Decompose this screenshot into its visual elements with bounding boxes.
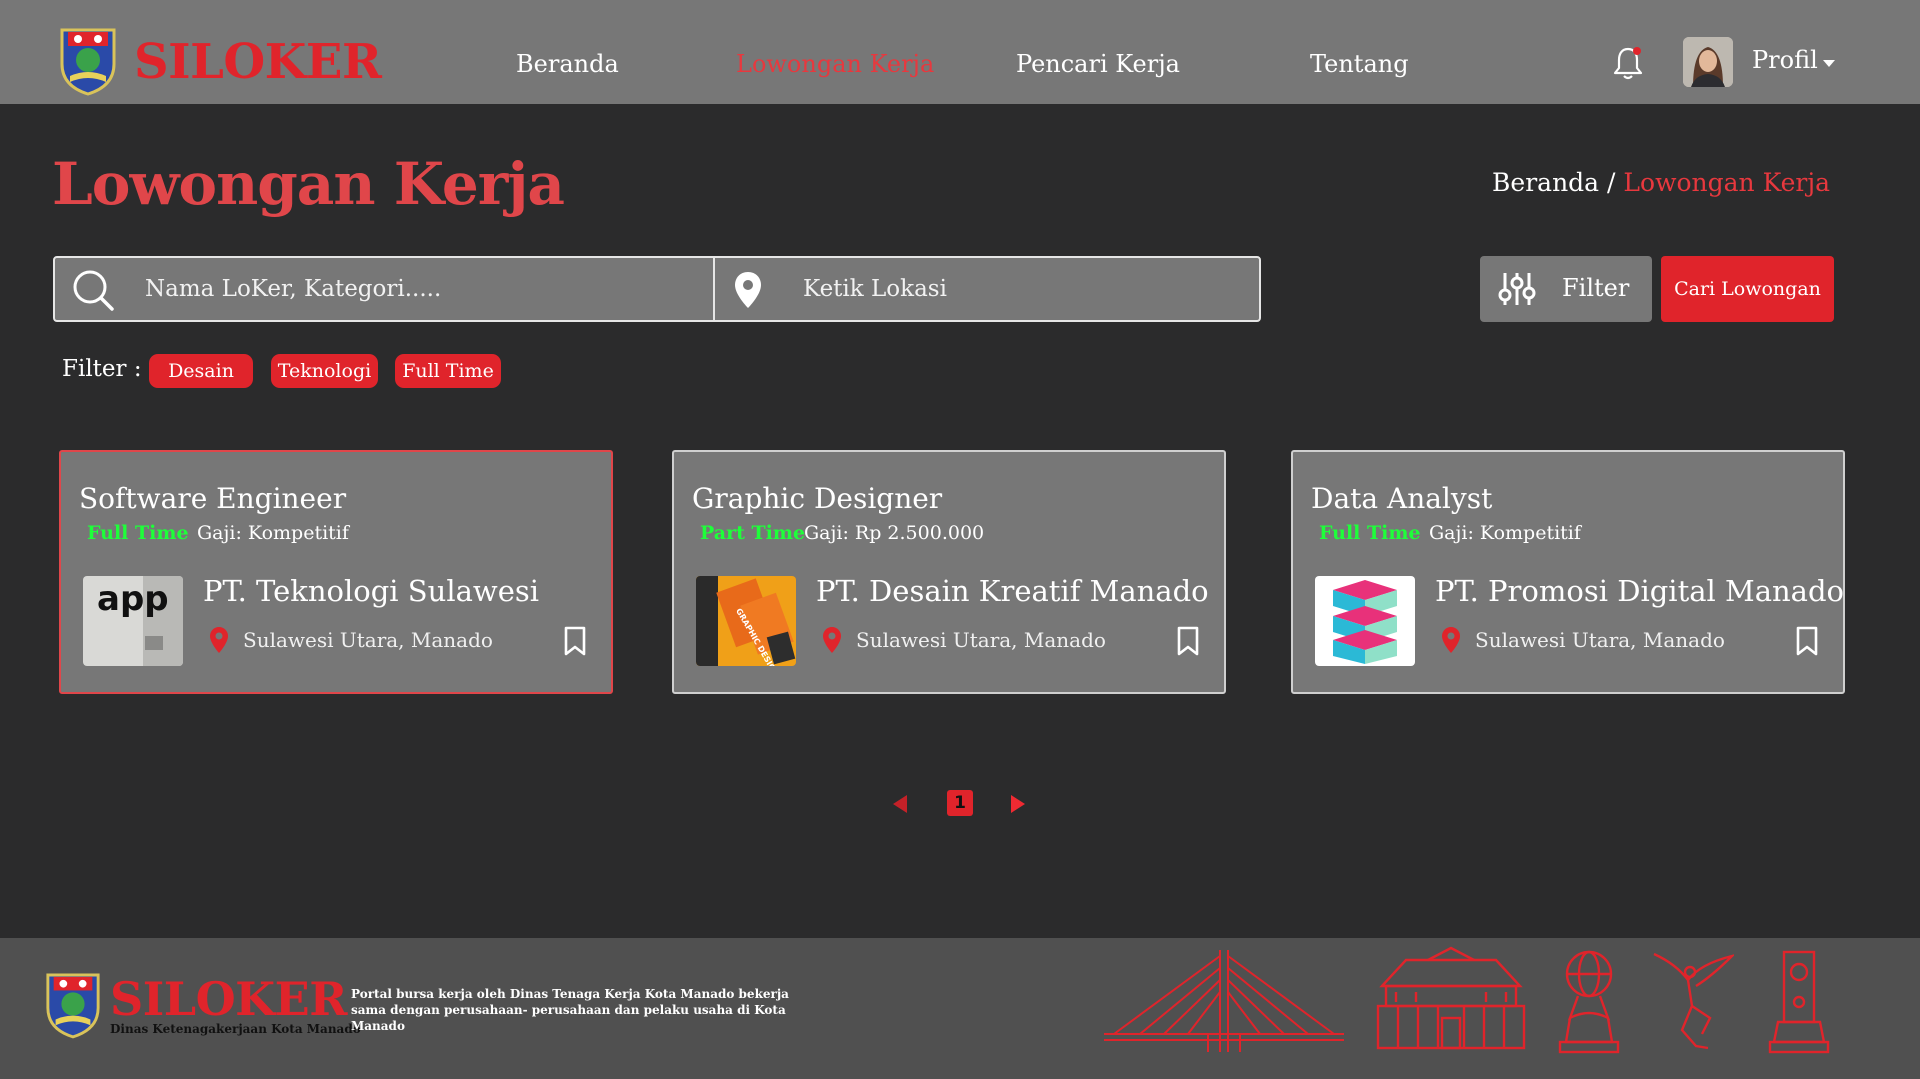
location-pin-icon [1442, 627, 1460, 653]
brand-name[interactable]: SILOKER [134, 34, 382, 90]
profile-menu-label[interactable]: Profil [1752, 46, 1818, 74]
nav-lowongan-kerja[interactable]: Lowongan Kerja [736, 50, 934, 78]
top-navbar: SILOKER Beranda Lowongan Kerja Pencari K… [0, 0, 1920, 104]
next-page-icon[interactable] [1011, 795, 1025, 813]
breadcrumb-current: Lowongan Kerja [1623, 168, 1830, 197]
job-type-badge: Full Time [1319, 522, 1421, 544]
job-type-badge: Part Time [700, 522, 806, 544]
search-divider [713, 258, 715, 320]
company-logo [1315, 576, 1415, 666]
job-card[interactable]: Graphic Designer Part Time Gaji: Rp 2.50… [672, 450, 1226, 694]
filter-button-label: Filter [1562, 274, 1630, 302]
filter-chip-desain[interactable]: Desain [149, 354, 253, 388]
location-search-input[interactable] [803, 268, 1243, 310]
search-bar [53, 256, 1261, 322]
active-filters-label: Filter : [62, 356, 142, 382]
globe-monument-icon [1558, 950, 1620, 1054]
bell-icon[interactable] [1612, 45, 1644, 81]
job-title[interactable]: Software Engineer [79, 482, 346, 515]
nav-tentang[interactable]: Tentang [1310, 50, 1409, 78]
location-pin-icon [735, 272, 761, 308]
location-pin-icon [823, 627, 841, 653]
footer-description: Portal bursa kerja oleh Dinas Tenaga Ker… [351, 987, 789, 1033]
nav-pencari-kerja[interactable]: Pencari Kerja [1016, 50, 1180, 78]
page-title: Lowongan Kerja [52, 150, 565, 218]
job-card[interactable]: Software Engineer Full Time Gaji: Kompet… [59, 450, 613, 694]
job-title[interactable]: Graphic Designer [692, 482, 942, 515]
previous-page-icon[interactable] [893, 795, 907, 813]
bookmark-icon[interactable] [1795, 626, 1819, 656]
job-location: Sulawesi Utara, Manado [243, 628, 493, 652]
job-salary: Gaji: Kompetitif [197, 522, 349, 544]
job-title[interactable]: Data Analyst [1311, 482, 1492, 515]
company-name[interactable]: PT. Teknologi Sulawesi [203, 574, 539, 608]
company-name[interactable]: PT. Promosi Digital Manado [1435, 574, 1844, 608]
job-card[interactable]: Data Analyst Full Time Gaji: Kompetitif … [1291, 450, 1845, 694]
tower-monument-icon [1768, 950, 1830, 1054]
company-logo: app [83, 576, 183, 666]
bookmark-icon[interactable] [1176, 626, 1200, 656]
sliders-icon [1498, 273, 1536, 305]
page-number-current[interactable]: 1 [947, 790, 973, 816]
job-salary: Gaji: Rp 2.500.000 [804, 522, 985, 544]
search-icon [73, 270, 114, 311]
keyword-search-input[interactable] [145, 268, 695, 310]
bookmark-icon[interactable] [563, 626, 587, 656]
user-photo-icon [1683, 37, 1733, 87]
caret-down-icon[interactable] [1823, 60, 1835, 67]
bridge-icon [1104, 950, 1344, 1052]
footer-subtitle: Dinas Ketenagakerjaan Kota Manado [110, 1022, 361, 1036]
breadcrumb: Beranda / Lowongan Kerja [1492, 168, 1830, 197]
government-building-icon [1376, 946, 1526, 1050]
company-logo-text: app [97, 579, 169, 619]
nav-beranda[interactable]: Beranda [516, 50, 619, 78]
footer-brand: SILOKER [110, 972, 347, 1026]
job-type-badge: Full Time [87, 522, 189, 544]
job-location: Sulawesi Utara, Manado [1475, 628, 1725, 652]
angel-statue-icon [1653, 952, 1734, 1050]
city-emblem-icon[interactable] [58, 24, 118, 96]
filter-chip-teknologi[interactable]: Teknologi [271, 354, 378, 388]
company-name[interactable]: PT. Desain Kreatif Manado [816, 574, 1209, 608]
breadcrumb-separator: / [1607, 168, 1616, 197]
city-emblem-icon [46, 973, 100, 1039]
filter-button[interactable]: Filter [1480, 256, 1652, 322]
footer: SILOKER Dinas Ketenagakerjaan Kota Manad… [0, 938, 1920, 1079]
filter-chip-full-time[interactable]: Full Time [395, 354, 501, 388]
company-logo: GRAPHIC DESIGN [696, 576, 796, 666]
job-salary: Gaji: Kompetitif [1429, 522, 1581, 544]
breadcrumb-home[interactable]: Beranda [1492, 168, 1599, 197]
location-pin-icon [210, 627, 228, 653]
avatar[interactable] [1683, 37, 1733, 87]
search-jobs-button[interactable]: Cari Lowongan [1661, 256, 1834, 322]
job-location: Sulawesi Utara, Manado [856, 628, 1106, 652]
